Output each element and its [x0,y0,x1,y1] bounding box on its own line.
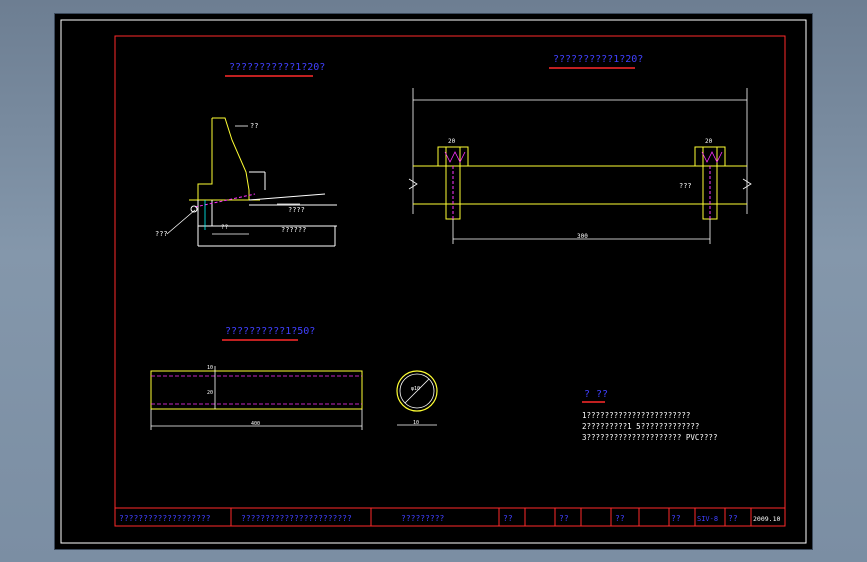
drawing-canvas: ???????????1?20? ?? ?? ???? ?????? ??? ? [55,14,812,549]
pavement-label: ???? [288,206,305,214]
title-block-frame [114,507,786,527]
tb-cell-review: ?? [615,514,625,523]
elevation-mid-note: ??? [679,182,692,190]
pipe-title: ??????????1?50? [225,326,315,337]
pipe-length-label: 400 [251,421,260,427]
left-slot-hatch [444,151,466,163]
tb-cell-date-label: ?? [728,514,738,523]
pipe-view: ??????????1?50? 10 20 400 φ10 10 [150,326,438,430]
left-slot-label: 20 [448,138,456,145]
cad-drawing: ???????????1?20? ?? ?? ???? ?????? ??? ? [60,19,807,544]
elevation-view: ??????????1?20? 20 20 ??? 300 [408,54,752,244]
title-block: ??????????????????? ????????????????????… [114,507,786,527]
notes-block: ? ?? 1??????????????????????? 2?????????… [582,389,717,442]
pipe-top-dim-label: 10 [207,365,213,371]
section-dim-label: ?? [221,224,229,231]
inner-frame [114,35,786,527]
elevation-title: ??????????1?20? [553,54,643,65]
note-line-2: 2?????????1 5????????????? [582,422,699,431]
tb-cell-number: SIV-8 [697,515,718,523]
tb-cell-number-label: ?? [671,514,681,523]
right-slot-label: 20 [705,138,713,145]
tb-cell-drawing-name: ??????????????????????? [241,514,352,523]
pipe-body [150,370,363,410]
subgrade-label: ?????? [281,226,306,234]
pipe-circle-dim-label: 10 [413,420,419,426]
tb-cell-project: ??????????????????? [119,514,211,523]
pavement-surface [248,193,326,201]
section-title: ???????????1?20? [229,62,325,73]
pipe-tag-label: ??? [155,230,168,238]
pipe-leader [166,209,196,235]
tb-cell-check: ?? [559,514,569,523]
pipe-dia-label: φ10 [411,386,420,392]
section-view: ???????????1?20? ?? ?? ???? ?????? ??? [155,62,337,247]
top-note-label: ?? [250,122,258,130]
right-slot-hatch [701,151,723,163]
curb-outline [197,117,250,201]
outer-border [60,19,807,544]
tb-cell-design: ?? [503,514,513,523]
note-line-3: 3????????????????????? PVC???? [582,433,717,442]
tb-cell-subtitle: ????????? [401,514,445,523]
tb-cell-date: 2009.10 [753,515,780,523]
note-line-1: 1??????????????????????? [582,411,690,420]
notes-heading: ? ?? [584,389,608,400]
pipe-mid-dim-label: 20 [207,390,213,396]
span-dim-label: 300 [577,233,588,240]
